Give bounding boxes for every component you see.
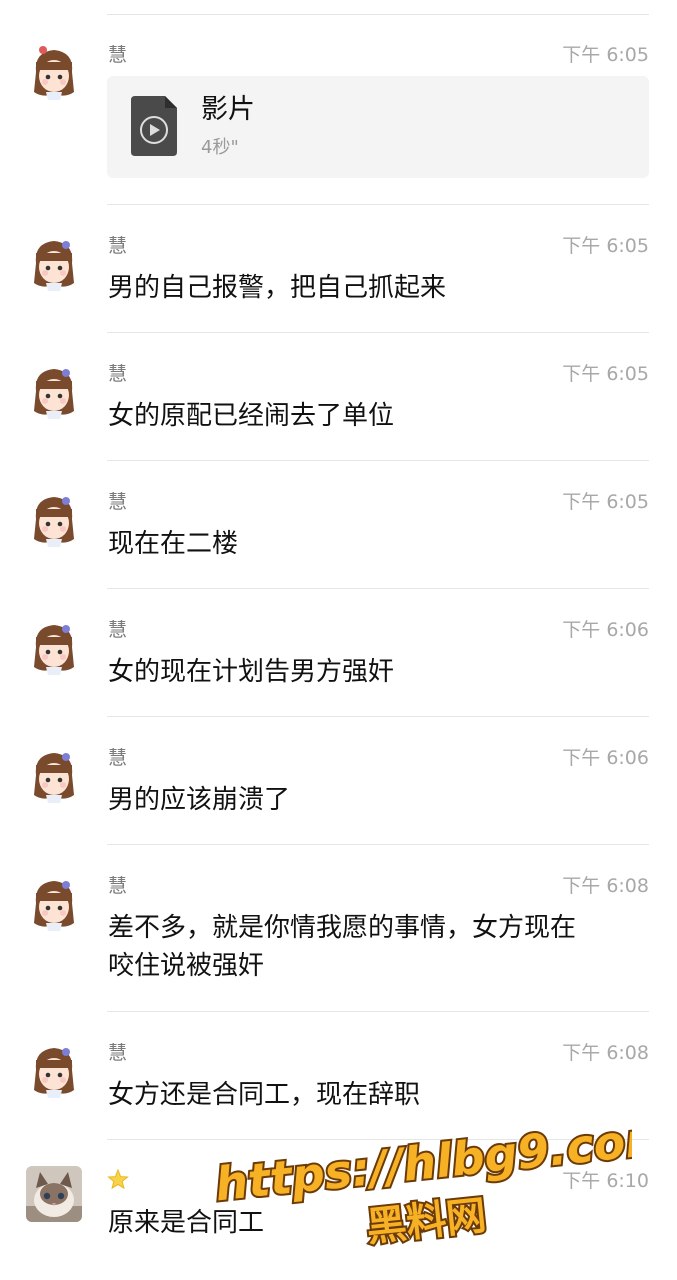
- message-text-line-1: 差不多，就是你情我愿的事情，女方现在: [108, 913, 577, 943]
- watermark-site-name: 黑料网: [364, 1193, 488, 1251]
- message-time: 下午 6:05: [562, 235, 649, 257]
- message-time: 下午 6:05: [562, 363, 649, 385]
- sender-name: 慧: [108, 491, 128, 513]
- avatar-cat[interactable]: [26, 1166, 82, 1222]
- message-time: 下午 6:06: [562, 747, 649, 769]
- avatar[interactable]: [26, 875, 82, 931]
- message-text: 现在在二楼: [108, 529, 239, 559]
- message-time: 下午 6:08: [562, 875, 649, 897]
- avatar[interactable]: [26, 235, 82, 291]
- chat-message[interactable]: 慧 下午 6:05 现在在二楼: [0, 461, 677, 589]
- chat-message[interactable]: 慧 下午 6:05 女的原配已经闹去了单位: [0, 333, 677, 461]
- message-time: 下午 6:06: [562, 619, 649, 641]
- avatar[interactable]: [26, 619, 82, 675]
- sender-name: 慧: [108, 44, 128, 66]
- sender-name: 慧: [108, 747, 128, 769]
- avatar[interactable]: [26, 491, 82, 547]
- avatar[interactable]: [26, 363, 82, 419]
- message-text: 男的自己报警，把自己抓起来: [108, 273, 447, 303]
- message-text: 女的现在计划告男方强奸: [108, 657, 395, 687]
- avatar[interactable]: [26, 44, 82, 100]
- message-text: 男的应该崩溃了: [108, 785, 291, 815]
- message-text: 女的原配已经闹去了单位: [108, 401, 395, 431]
- chat-message-file[interactable]: 慧 下午 6:05 影片 4秒": [0, 0, 677, 205]
- star-icon: [106, 1168, 130, 1192]
- sender-name: 慧: [108, 363, 128, 385]
- chat-message[interactable]: 慧 下午 6:06 女的现在计划告男方强奸: [0, 589, 677, 717]
- sender-name: 慧: [108, 235, 128, 257]
- message-text-line-2: 咬住说被强奸: [108, 951, 265, 981]
- sender-name: 慧: [108, 875, 128, 897]
- avatar[interactable]: [26, 747, 82, 803]
- video-file-icon: [131, 96, 177, 160]
- video-file-card[interactable]: 影片 4秒": [107, 76, 649, 178]
- watermark-url: https://hlbg9.com: [213, 1110, 632, 1212]
- sender-name: 慧: [108, 619, 128, 641]
- message-time: 下午 6:08: [562, 1042, 649, 1064]
- chat-message[interactable]: 慧 下午 6:05 男的自己报警，把自己抓起来: [0, 205, 677, 333]
- file-title: 影片: [201, 94, 255, 125]
- avatar[interactable]: [26, 1042, 82, 1098]
- chat-message[interactable]: 慧 下午 6:08 差不多，就是你情我愿的事情，女方现在 咬住说被强奸: [0, 845, 677, 1012]
- message-time: 下午 6:05: [562, 44, 649, 66]
- watermark: https://hlbg9.com 黑料网: [211, 1105, 677, 1255]
- file-duration: 4秒": [201, 137, 239, 158]
- message-time: 下午 6:05: [562, 491, 649, 513]
- sender-name: 慧: [108, 1042, 128, 1064]
- chat-message[interactable]: 慧 下午 6:06 男的应该崩溃了: [0, 717, 677, 845]
